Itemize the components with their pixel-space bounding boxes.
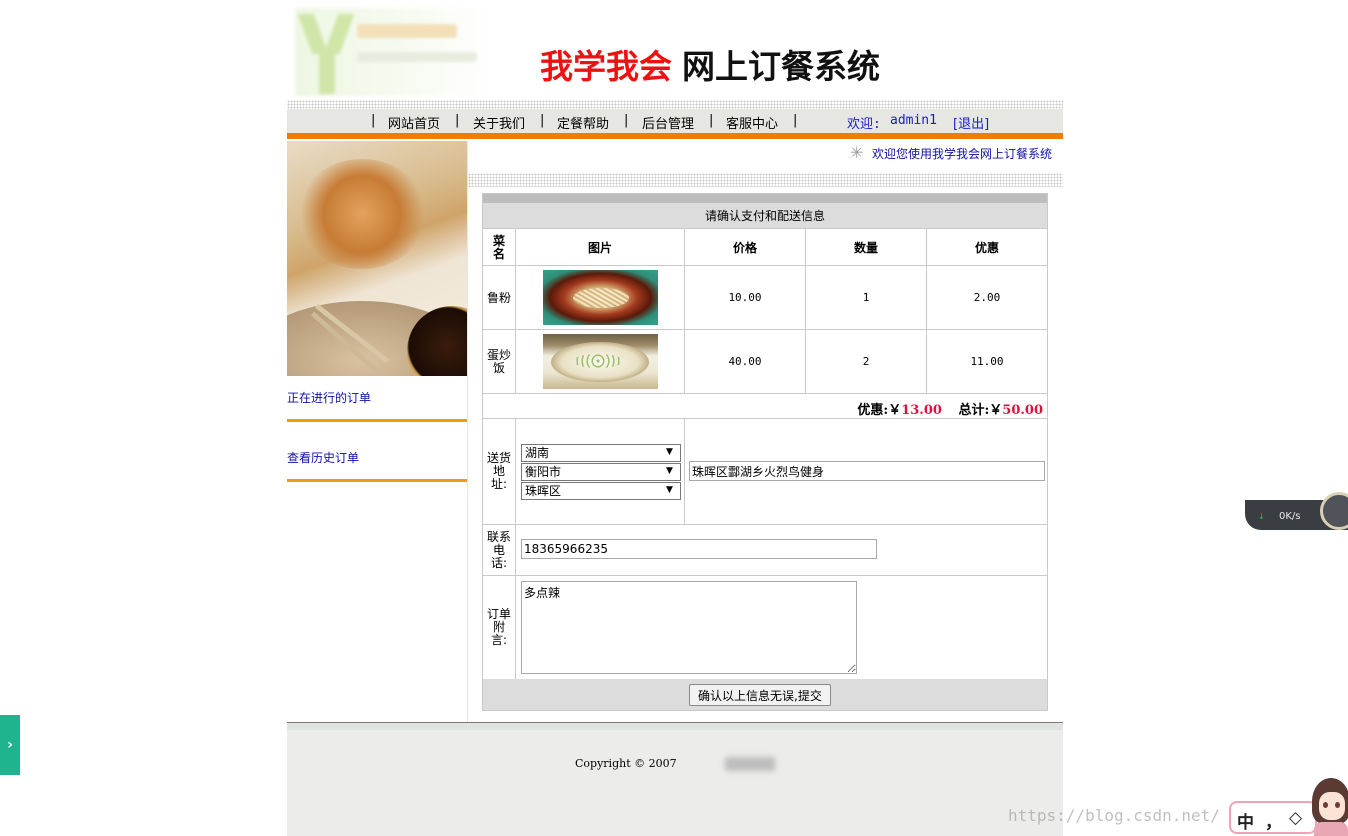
nav-separator: | bbox=[793, 113, 798, 128]
address-label: 送货地址: bbox=[486, 451, 511, 491]
sidebar: 正在进行的订单 查看历史订单 bbox=[287, 141, 468, 723]
nav-accent-bar bbox=[287, 133, 1063, 139]
dotted-divider bbox=[287, 100, 1063, 109]
watermark: https://blog.csdn.net/ bbox=[1008, 806, 1220, 825]
nav-separator: | bbox=[455, 113, 460, 128]
dish-name: 蛋炒饭 bbox=[486, 347, 511, 375]
grid-line bbox=[483, 575, 1047, 576]
dish-image bbox=[543, 270, 658, 325]
col-header-name: 菜名 bbox=[492, 233, 505, 261]
nav-separator: | bbox=[709, 113, 714, 128]
note-label: 订单附言: bbox=[486, 607, 511, 647]
dish-quantity: 1 bbox=[862, 291, 870, 304]
ime-chinese-mode[interactable]: 中 bbox=[1237, 808, 1254, 833]
nav-separator: | bbox=[624, 113, 629, 128]
site-title: 我学我会 网上订餐系统 bbox=[540, 40, 880, 88]
table-caption: 请确认支付和配送信息 bbox=[483, 203, 1047, 229]
table-top-bar bbox=[483, 194, 1047, 203]
submit-order-button[interactable]: 确认以上信息无误,提交 bbox=[689, 684, 831, 706]
header: 我学我会 网上订餐系统 bbox=[287, 0, 1063, 100]
dish-price: 10.00 bbox=[728, 291, 762, 304]
sidebar-link-current-orders[interactable]: 正在进行的订单 bbox=[287, 389, 371, 406]
side-expand-tab[interactable]: › bbox=[0, 715, 20, 775]
sidebar-border bbox=[467, 141, 468, 723]
network-speed-widget[interactable]: ↓ 0K/s bbox=[1245, 492, 1348, 530]
page: 我学我会 网上订餐系统 | 网站首页 | 关于我们 | 定餐帮助 | 后台管理 |… bbox=[287, 0, 1063, 836]
welcome-label: 欢迎: bbox=[847, 117, 881, 132]
dish-discount: 11.00 bbox=[970, 355, 1004, 368]
order-total-label: 总计:￥ bbox=[958, 403, 1003, 418]
top-nav: | 网站首页 | 关于我们 | 定餐帮助 | 后台管理 | 客服中心 | 欢迎:… bbox=[287, 109, 1063, 133]
grid-line bbox=[515, 418, 516, 679]
col-header-image: 图片 bbox=[587, 241, 612, 255]
nav-item-admin[interactable]: 后台管理 bbox=[642, 113, 694, 132]
note-textarea[interactable]: 多点辣 bbox=[521, 581, 857, 674]
col-header-discount: 优惠 bbox=[974, 241, 999, 255]
dotted-divider bbox=[468, 173, 1063, 187]
footer: Copyright © 2007 bbox=[287, 723, 1063, 836]
dish-price: 40.00 bbox=[728, 355, 762, 368]
speed-dial-icon bbox=[1320, 492, 1348, 530]
footer-strip bbox=[287, 723, 1063, 730]
logout-link[interactable]: [退出] bbox=[953, 113, 989, 132]
phone-label: 联系电话: bbox=[486, 529, 511, 570]
dish-quantity: 2 bbox=[862, 355, 870, 368]
mascot-avatar[interactable] bbox=[1310, 778, 1348, 836]
site-title-red: 我学我会 bbox=[540, 47, 672, 86]
ime-punctuation[interactable]: ， bbox=[1265, 808, 1282, 833]
discount-total-value: 13.00 bbox=[901, 403, 942, 418]
ime-settings-icon[interactable]: ◇ bbox=[1289, 808, 1302, 828]
col-header-price: 价格 bbox=[732, 241, 757, 255]
blurred-text bbox=[725, 757, 775, 771]
nav-item-home[interactable]: 网站首页 bbox=[388, 113, 440, 132]
site-title-black: 网上订餐系统 bbox=[682, 47, 880, 86]
city-select[interactable]: 衡阳市 bbox=[521, 463, 681, 481]
province-select[interactable]: 湖南 bbox=[521, 444, 681, 462]
dish-image bbox=[543, 334, 658, 389]
username: admin1 bbox=[890, 113, 937, 128]
submit-row: 确认以上信息无误,提交 bbox=[483, 679, 1047, 710]
order-summary: 优惠:￥13.00 总计:￥50.00 bbox=[857, 399, 1043, 418]
sidebar-divider bbox=[287, 479, 468, 482]
sidebar-link-order-history[interactable]: 查看历史订单 bbox=[287, 449, 359, 466]
nav-item-help[interactable]: 定餐帮助 bbox=[557, 113, 609, 132]
chevron-right-icon: › bbox=[7, 737, 13, 753]
nav-item-service[interactable]: 客服中心 bbox=[726, 113, 778, 132]
phone-input[interactable] bbox=[521, 539, 877, 559]
site-logo bbox=[295, 8, 490, 96]
address-detail-input[interactable] bbox=[689, 461, 1045, 481]
district-select[interactable]: 珠晖区 bbox=[521, 482, 681, 500]
marquee-message: 欢迎您使用我学我会网上订餐系统 bbox=[872, 147, 1053, 161]
ime-toolbar[interactable]: 中 ， ◇ bbox=[1229, 801, 1317, 834]
sparkle-icon: ✳ bbox=[850, 143, 864, 162]
speed-rate: 0K/s bbox=[1279, 511, 1301, 522]
download-arrow-icon: ↓ bbox=[1258, 512, 1265, 521]
nav-item-about[interactable]: 关于我们 bbox=[473, 113, 525, 132]
order-confirm-table: 请确认支付和配送信息 菜名 图片 价格 数量 优惠 鲁粉 10.00 1 2.0… bbox=[482, 193, 1048, 711]
welcome-marquee: ✳ 欢迎您使用我学我会网上订餐系统 bbox=[468, 141, 1063, 173]
discount-total-label: 优惠:￥ bbox=[857, 403, 902, 418]
grid-line bbox=[483, 393, 1047, 394]
copyright-text: Copyright © 2007 bbox=[575, 757, 677, 770]
order-total-value: 50.00 bbox=[1002, 403, 1043, 418]
grid-line bbox=[483, 418, 1047, 419]
sidebar-divider bbox=[287, 419, 468, 422]
grid-line bbox=[684, 418, 685, 524]
dish-discount: 2.00 bbox=[973, 291, 1001, 304]
sidebar-food-photo bbox=[287, 141, 468, 376]
nav-separator: | bbox=[371, 113, 376, 128]
nav-separator: | bbox=[540, 113, 545, 128]
col-header-quantity: 数量 bbox=[853, 241, 878, 255]
dish-name: 鲁粉 bbox=[486, 291, 511, 305]
grid-line bbox=[483, 524, 1047, 525]
